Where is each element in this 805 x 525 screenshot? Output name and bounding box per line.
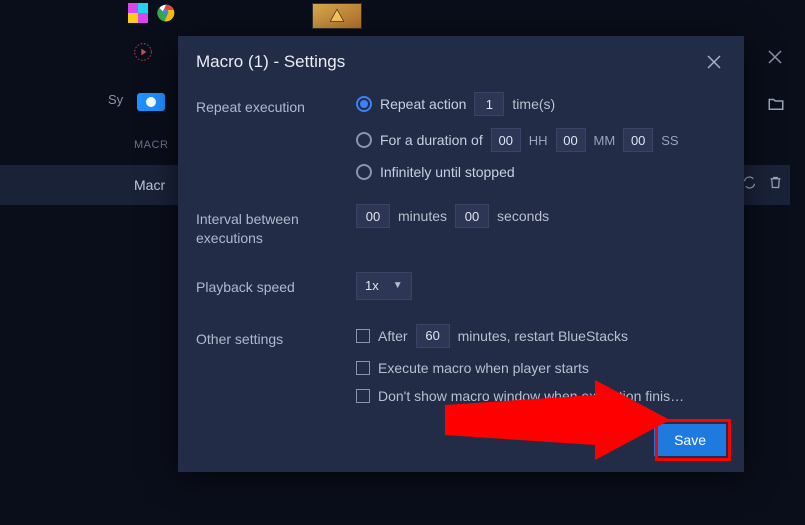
folder-icon[interactable] (767, 95, 785, 116)
after-prefix: After (378, 328, 408, 344)
checkbox-restart-after[interactable] (356, 329, 370, 343)
playback-speed-controls: 1x ▼ (356, 272, 726, 300)
macro-row-label: Macr (134, 177, 165, 193)
dont-show-text: Don't show macro window when execution f… (378, 388, 684, 404)
interval-minutes-label: minutes (398, 208, 447, 224)
mm-label: MM (594, 133, 616, 148)
repeat-execution-controls: Repeat action 1 time(s) For a duration o… (356, 92, 726, 180)
chrome-icon[interactable] (153, 0, 179, 26)
radio-repeat-action[interactable] (356, 96, 372, 112)
restart-minutes-input[interactable]: 60 (416, 324, 450, 348)
interval-seconds-label: seconds (497, 208, 549, 224)
infinite-text: Infinitely until stopped (380, 164, 515, 180)
repeat-action-text: Repeat action (380, 96, 466, 112)
game-thumbnail-icon[interactable] (312, 3, 362, 29)
repeat-execution-label: Repeat execution (196, 92, 356, 117)
radio-infinite[interactable] (356, 164, 372, 180)
modal-header: Macro (1) - Settings (178, 36, 744, 84)
app-icon-generic[interactable] (125, 0, 151, 26)
loop-icon[interactable] (742, 175, 757, 193)
interval-minutes-input[interactable]: 00 (356, 204, 390, 228)
repeat-times-input[interactable]: 1 (474, 92, 504, 116)
after-suffix: minutes, restart BlueStacks (458, 328, 628, 344)
interval-label: Interval between executions (196, 204, 356, 248)
checkbox-execute-on-start[interactable] (356, 361, 370, 375)
execute-on-start-text: Execute macro when player starts (378, 360, 589, 376)
hh-label: HH (529, 133, 548, 148)
save-button[interactable]: Save (654, 424, 726, 456)
playback-speed-label: Playback speed (196, 272, 356, 297)
radio-duration[interactable] (356, 132, 372, 148)
record-indicator-icon (137, 93, 165, 111)
interval-seconds-input[interactable]: 00 (455, 204, 489, 228)
duration-mm-input[interactable]: 00 (556, 128, 586, 152)
macro-recorder-icon (133, 42, 153, 62)
taskbar (0, 0, 805, 30)
ss-label: SS (661, 133, 678, 148)
other-settings-label: Other settings (196, 324, 356, 349)
repeat-times-suffix: time(s) (512, 96, 555, 112)
bg-section-label: MACR (134, 139, 168, 151)
duration-hh-input[interactable]: 00 (491, 128, 521, 152)
macro-settings-modal: Macro (1) - Settings Repeat execution Re… (178, 36, 744, 472)
window-close-button[interactable] (760, 42, 790, 72)
close-button[interactable] (702, 50, 726, 74)
bg-truncated-text: Sy (108, 92, 123, 107)
duration-text: For a duration of (380, 132, 483, 148)
duration-ss-input[interactable]: 00 (623, 128, 653, 152)
chevron-down-icon: ▼ (393, 280, 403, 291)
modal-title: Macro (1) - Settings (196, 52, 345, 72)
playback-speed-select[interactable]: 1x ▼ (356, 272, 412, 300)
trash-icon[interactable] (768, 175, 783, 193)
playback-speed-value: 1x (365, 278, 379, 293)
interval-controls: 00 minutes 00 seconds (356, 204, 726, 228)
other-settings-controls: After 60 minutes, restart BlueStacks Exe… (356, 324, 726, 404)
checkbox-dont-show-window[interactable] (356, 389, 370, 403)
